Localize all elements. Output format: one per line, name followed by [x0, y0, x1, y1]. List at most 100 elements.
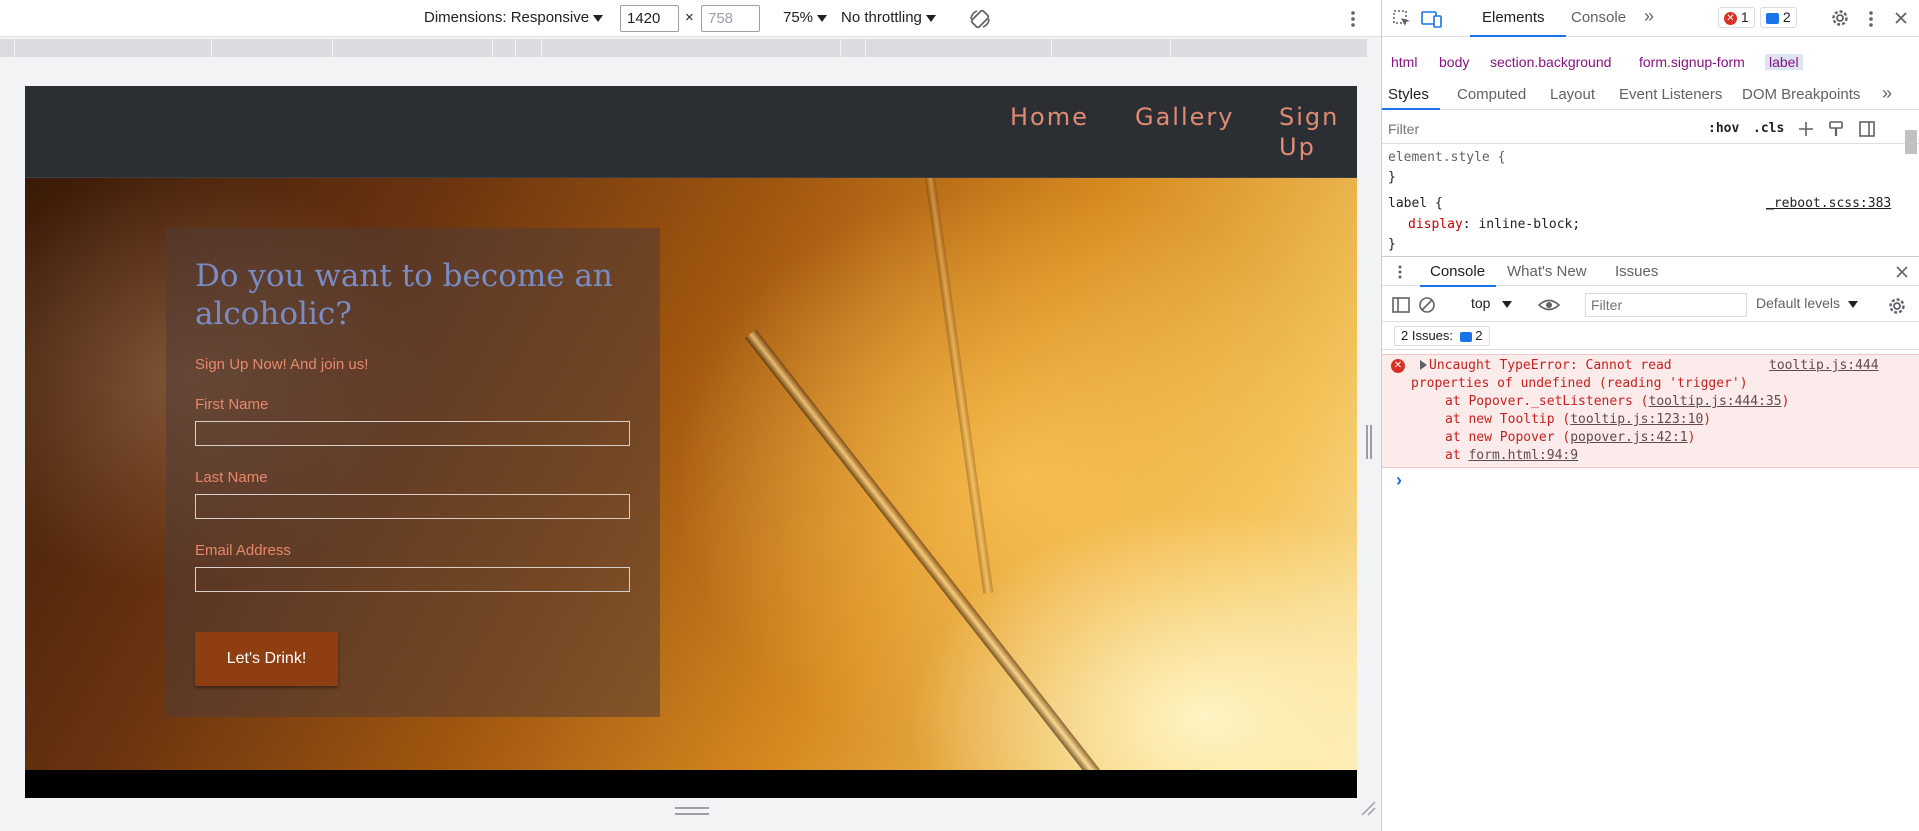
drawer-tab-issues[interactable]: Issues	[1615, 263, 1658, 280]
stack-frame-text: )	[1687, 430, 1696, 445]
close-devtools-icon[interactable]	[1894, 11, 1908, 25]
stack-frame: at new Tooltip (tooltip.js:123:10)	[1445, 412, 1711, 427]
label-rule-close: }	[1388, 237, 1396, 252]
issues-label: 2 Issues:	[1401, 328, 1454, 343]
context-selector[interactable]: top	[1471, 295, 1513, 311]
stack-frame-text: )	[1781, 394, 1790, 409]
sidebar-toggle-icon[interactable]	[1858, 120, 1876, 138]
ruler-segment	[492, 39, 493, 57]
more-options-icon[interactable]	[1348, 9, 1358, 29]
subtab-computed[interactable]: Computed	[1457, 86, 1526, 103]
throttling-label: No throttling	[841, 9, 922, 26]
issues-button[interactable]: 2 Issues: 2	[1394, 326, 1490, 346]
devtools-more-icon[interactable]	[1866, 9, 1876, 29]
corner-resize-icon[interactable]	[1360, 800, 1376, 816]
browser-window: Dimensions: Responsive × 75% No throttli…	[0, 0, 1919, 831]
dimensions-dropdown[interactable]: Dimensions: Responsive	[424, 9, 604, 26]
submit-button[interactable]: Let's Drink!	[195, 632, 338, 686]
inspect-element-icon[interactable]	[1392, 9, 1412, 29]
expand-triangle-icon[interactable]	[1420, 360, 1427, 370]
breadcrumb-item[interactable]: form.signup-form	[1639, 54, 1745, 70]
message-count-badge[interactable]: 2	[1760, 7, 1797, 28]
chevron-down-icon	[817, 14, 828, 22]
console-error-message[interactable]: ✕ Uncaught TypeError: Cannot read toolti…	[1382, 354, 1919, 468]
tab-console[interactable]: Console	[1571, 9, 1626, 26]
devtools-main-toolbar: Elements Console » ✕ 1 2	[1382, 0, 1919, 37]
signup-form: Do you want to become an alcoholic? Sign…	[166, 228, 660, 717]
element-style-close: }	[1388, 170, 1396, 185]
clear-console-icon[interactable]	[1418, 296, 1436, 314]
breadcrumb-item-active[interactable]: label	[1765, 54, 1803, 70]
stack-frame-link[interactable]: form.html:94:9	[1468, 448, 1578, 463]
ruler-segment	[1051, 39, 1052, 57]
subtab-styles[interactable]: Styles	[1388, 86, 1429, 103]
ruler-segment	[840, 39, 841, 57]
page-viewport: Home Gallery Sign Up Do you want to becom…	[25, 86, 1357, 798]
styles-scrollbar[interactable]	[1905, 130, 1917, 154]
console-settings-gear-icon[interactable]	[1887, 296, 1907, 316]
stack-frame-link[interactable]: tooltip.js:123:10	[1570, 412, 1703, 427]
stack-frame-text: at new Popover (	[1445, 430, 1571, 445]
breadcrumb-item[interactable]: html	[1391, 54, 1417, 70]
ruler-segment	[541, 39, 542, 57]
dom-breadcrumb: html body section.background form.signup…	[1382, 50, 1919, 76]
media-query-ruler[interactable]	[0, 39, 1367, 57]
zoom-label: 75%	[783, 9, 814, 26]
rotate-icon[interactable]	[968, 7, 992, 31]
error-count-badge[interactable]: ✕ 1	[1718, 7, 1755, 28]
subtab-dom-breakpoints[interactable]: DOM Breakpoints	[1742, 86, 1860, 103]
error-source-link[interactable]: tooltip.js:444	[1769, 358, 1879, 373]
zoom-dropdown[interactable]: 75%	[783, 9, 828, 26]
subtab-event-listeners[interactable]: Event Listeners	[1619, 86, 1722, 103]
device-toolbar: Dimensions: Responsive × 75% No throttli…	[0, 0, 1381, 37]
side-resize-handle[interactable]	[1366, 425, 1372, 459]
label-rule-selector[interactable]: label {	[1388, 196, 1443, 211]
console-prompt[interactable]: ›	[1396, 470, 1402, 491]
settings-gear-icon[interactable]	[1830, 8, 1850, 28]
styles-filter-input[interactable]	[1388, 118, 1688, 140]
more-subtabs-icon[interactable]: »	[1882, 83, 1892, 104]
css-property: display	[1408, 217, 1463, 232]
stack-frame-link[interactable]: popover.js:42:1	[1570, 430, 1687, 445]
email-input[interactable]	[195, 567, 630, 592]
drawer-tab-whats-new[interactable]: What's New	[1507, 263, 1587, 280]
stack-frame-text: at new Tooltip (	[1445, 412, 1571, 427]
first-name-label: First Name	[195, 396, 269, 413]
device-toggle-icon[interactable]	[1421, 9, 1443, 29]
message-count: 2	[1782, 9, 1791, 25]
stack-frame-link[interactable]: tooltip.js:444:35	[1649, 394, 1782, 409]
label-rule-declaration[interactable]: display: inline-block;	[1408, 217, 1580, 232]
close-drawer-icon[interactable]	[1895, 265, 1909, 279]
last-name-input[interactable]	[195, 494, 630, 519]
more-tabs-icon[interactable]: »	[1644, 6, 1654, 27]
class-toggle[interactable]: .cls	[1753, 121, 1784, 136]
console-sidebar-icon[interactable]	[1392, 296, 1410, 314]
console-filter-input[interactable]	[1585, 293, 1747, 317]
site-navbar: Home Gallery Sign Up	[25, 86, 1357, 178]
chevron-down-icon	[1847, 300, 1858, 308]
bottom-resize-handle[interactable]	[675, 807, 709, 815]
drawer-menu-icon[interactable]	[1398, 264, 1402, 280]
ruler-segment	[211, 39, 212, 57]
tab-elements[interactable]: Elements	[1482, 9, 1545, 26]
live-expression-eye-icon[interactable]	[1538, 296, 1560, 314]
log-levels-dropdown[interactable]: Default levels	[1756, 295, 1858, 311]
hover-toggle[interactable]: :hov	[1708, 121, 1739, 136]
log-levels-label: Default levels	[1756, 295, 1841, 311]
chevron-down-icon	[925, 14, 936, 22]
drawer-tab-console[interactable]: Console	[1430, 263, 1485, 280]
subtab-layout[interactable]: Layout	[1550, 86, 1595, 103]
active-subtab-indicator	[1382, 108, 1440, 110]
breadcrumb-item[interactable]: section.background	[1490, 54, 1611, 70]
label-rule-source-link[interactable]: _reboot.scss:383	[1766, 196, 1891, 211]
new-rule-icon[interactable]	[1797, 120, 1815, 138]
height-input[interactable]	[701, 5, 760, 32]
nav-link-signup[interactable]: Sign Up	[1279, 102, 1339, 162]
throttling-dropdown[interactable]: No throttling	[841, 9, 936, 26]
breadcrumb-item[interactable]: body	[1439, 54, 1469, 70]
width-input[interactable]	[620, 5, 679, 32]
paint-brush-icon[interactable]	[1828, 120, 1844, 138]
first-name-input[interactable]	[195, 421, 630, 446]
nav-link-gallery[interactable]: Gallery	[1135, 102, 1234, 132]
nav-link-home[interactable]: Home	[1010, 102, 1089, 132]
